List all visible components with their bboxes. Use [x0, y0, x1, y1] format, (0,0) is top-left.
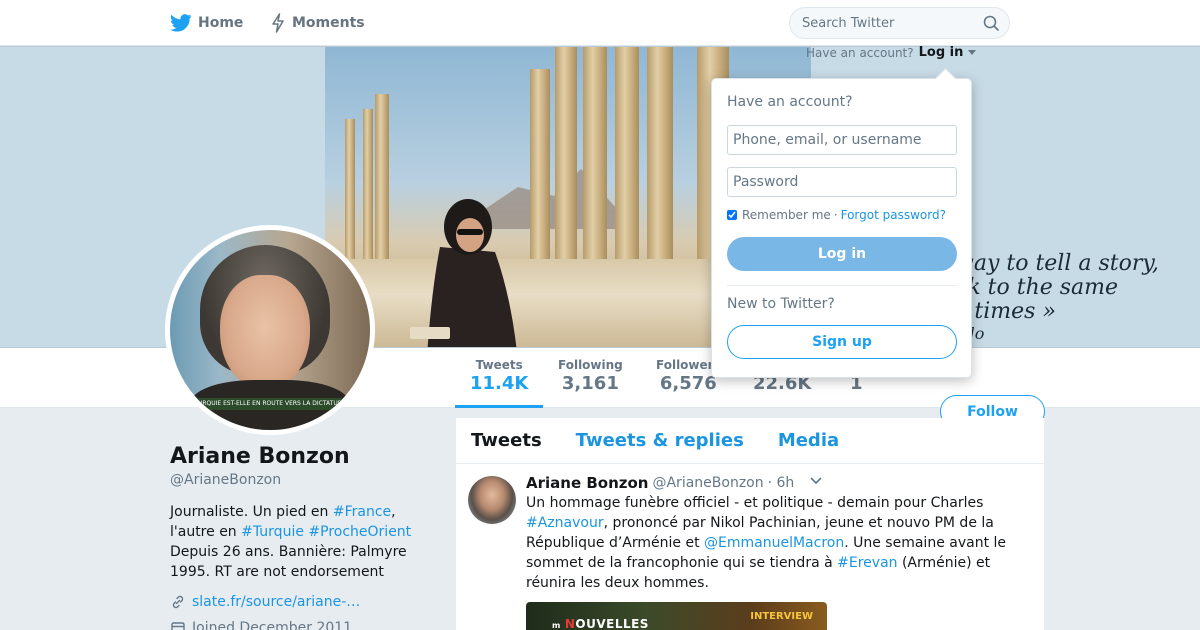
tweet-text: Un hommage funèbre officiel - et politiq…: [526, 493, 1016, 593]
bio-hashtag[interactable]: #ProcheOrient: [308, 524, 411, 540]
forgot-password-link[interactable]: Forgot password?: [841, 208, 946, 222]
banner-column: [647, 47, 673, 269]
banner-column: [615, 47, 639, 269]
nav-home-label: Home: [198, 15, 244, 31]
link-icon: [172, 595, 184, 609]
calendar-icon: [171, 622, 185, 630]
tweet-mention[interactable]: @EmmanuelMacron: [704, 535, 844, 551]
twitter-bird-icon: [170, 14, 192, 32]
search-box[interactable]: [789, 7, 1010, 39]
banner-quote-line: way to tell a story,: [955, 251, 1159, 276]
tweet-text-part: Un hommage funèbre officiel - et politiq…: [526, 495, 984, 511]
banner-quote-line: ck to the same: [955, 275, 1119, 300]
banner-quote-line: y times »: [955, 299, 1056, 324]
stat-label: Following: [558, 358, 623, 372]
nav-moments[interactable]: Moments: [270, 0, 365, 46]
remember-me-label: Remember me: [742, 208, 831, 222]
username-input[interactable]: [727, 125, 957, 155]
stat-following[interactable]: Following 3,161: [558, 358, 623, 394]
tab-tweets-replies[interactable]: Tweets & replies: [576, 430, 744, 451]
bio-text: Depuis 26 ans. Bannière: Palmyre 1995. R…: [170, 544, 407, 580]
remember-separator: ·: [833, 208, 838, 222]
banner-quote: way to tell a story, ck to the same y ti…: [955, 252, 1159, 344]
search-icon[interactable]: [983, 15, 999, 31]
media-brand-rest: OUVELLES: [575, 617, 649, 630]
banner-woman: [410, 199, 517, 347]
new-to-twitter: New to Twitter?: [727, 296, 835, 312]
banner-column: [345, 119, 355, 269]
stat-tweets[interactable]: Tweets 11.4K: [470, 358, 528, 394]
banner-column: [530, 69, 550, 269]
tweet-hashtag[interactable]: #Erevan: [837, 555, 897, 571]
remember-me-checkbox[interactable]: [727, 210, 737, 220]
banner-column: [363, 109, 373, 269]
signup-button[interactable]: Sign up: [727, 325, 957, 359]
login-dropdown-title: Have an account?: [727, 94, 853, 110]
profile-bio: Journaliste. Un pied en #France, l'autre…: [170, 502, 440, 582]
banner-column: [375, 94, 389, 269]
login-trigger-link[interactable]: Log in: [919, 45, 964, 60]
profile-website-label[interactable]: slate.fr/source/ariane-…: [192, 594, 360, 610]
password-input[interactable]: [727, 167, 957, 197]
profile-joined: Joined December 2011: [170, 620, 352, 630]
profile-website[interactable]: slate.fr/source/ariane-…: [170, 594, 360, 610]
active-stat-underline: [455, 405, 543, 408]
caret-down-icon: [968, 49, 977, 55]
login-trigger[interactable]: Have an account? Log in: [806, 45, 977, 60]
bio-hashtag[interactable]: #Turquie: [241, 524, 304, 540]
stat-value: 11.4K: [470, 373, 529, 394]
tweet-hashtag[interactable]: #Aznavour: [526, 515, 604, 531]
timeline-tabs: Tweets Tweets & replies Media: [456, 418, 1044, 464]
profile-handle[interactable]: @ArianeBonzon: [170, 472, 281, 488]
lightning-icon: [272, 13, 284, 33]
profile-avatar[interactable]: TURQUIE EST-ELLE EN ROUTE VERS LA DICTAT…: [165, 225, 375, 435]
top-navigation: Home Moments: [0, 0, 1200, 46]
tweet-avatar[interactable]: [468, 476, 516, 524]
stat-value: 3,161: [561, 373, 619, 394]
search-input[interactable]: [802, 15, 983, 31]
tweet-author-handle[interactable]: @ArianeBonzon: [652, 475, 763, 491]
stat-value: 6,576: [659, 373, 717, 394]
nav-moments-label: Moments: [292, 15, 365, 31]
media-brand: m NOUVELLES: [552, 617, 649, 630]
media-brand-initial: N: [564, 617, 576, 630]
login-button[interactable]: Log in: [727, 237, 957, 271]
avatar-photo: TURQUIE EST-ELLE EN ROUTE VERS LA DICTAT…: [170, 230, 370, 430]
tab-media[interactable]: Media: [778, 430, 839, 451]
avatar-face: [220, 275, 310, 390]
banner-column: [583, 47, 607, 269]
bio-hashtag[interactable]: #France: [333, 504, 391, 520]
tweet-header: Ariane Bonzon @ArianeBonzon · 6h: [526, 474, 1026, 492]
avatar-ticker: TURQUIE EST-ELLE EN ROUTE VERS LA DICTAT…: [170, 398, 370, 410]
profile-name[interactable]: Ariane Bonzon: [170, 444, 350, 469]
remember-me[interactable]: Remember me · Forgot password?: [727, 208, 946, 222]
tweet-time[interactable]: · 6h: [768, 475, 795, 491]
banner-quote-line: ado: [955, 324, 1159, 344]
timeline: Tweets Tweets & replies Media Ariane Bon…: [456, 418, 1044, 630]
banner-column: [555, 47, 577, 269]
login-dropdown: Have an account? Remember me · Forgot pa…: [711, 78, 972, 378]
stat-label: Tweets: [475, 358, 523, 372]
media-badge: INTERVIEW: [750, 611, 813, 622]
nav-home[interactable]: Home: [170, 0, 243, 46]
chevron-down-icon[interactable]: [809, 476, 823, 486]
profile-joined-label: Joined December 2011: [192, 620, 353, 630]
login-divider: [727, 285, 957, 286]
tab-tweets[interactable]: Tweets: [471, 430, 542, 451]
tweet-media[interactable]: m NOUVELLES INTERVIEW: [526, 602, 827, 630]
bio-text: Journaliste. Un pied en: [170, 504, 333, 520]
media-brand-prefix: m: [552, 621, 561, 630]
tweet-author-name[interactable]: Ariane Bonzon: [526, 474, 648, 492]
login-trigger-text: Have an account?: [806, 45, 914, 60]
